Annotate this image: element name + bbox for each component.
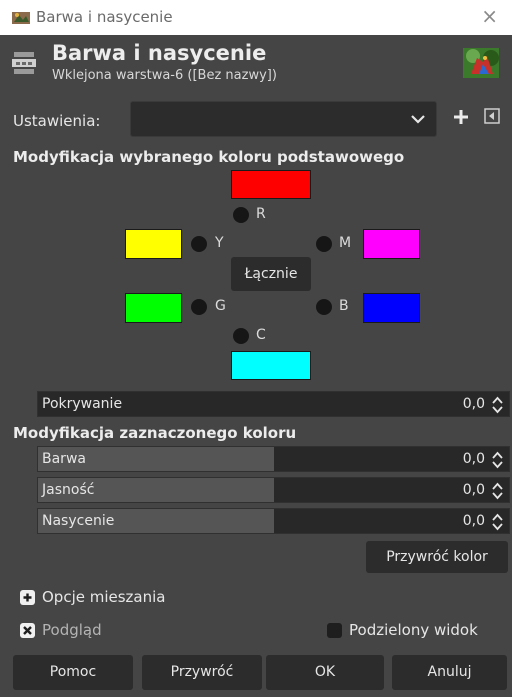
spinner-icon[interactable] (491, 512, 504, 532)
window-title: Barwa i nasycenie (36, 8, 173, 26)
blend-options-label: Opcje mieszania (42, 588, 166, 606)
preset-menu-icon[interactable] (484, 108, 500, 124)
magenta-label: M (339, 235, 352, 251)
cyan-swatch[interactable] (231, 351, 311, 380)
chevron-down-icon (411, 115, 425, 124)
cyan-label: C (256, 327, 266, 343)
split-view-label: Podzielony widok (349, 621, 478, 639)
layer-name: Wklejona warstwa-6 ([Bez nazwy]) (52, 68, 277, 83)
hue-saturation-icon (12, 52, 36, 74)
green-label: G (215, 298, 226, 314)
lightness-label: Jasność (42, 482, 95, 498)
saturation-label: Nasycenie (42, 513, 115, 529)
red-radio[interactable] (233, 207, 249, 223)
blend-options-expander[interactable] (20, 590, 35, 605)
close-icon[interactable]: × (481, 4, 498, 28)
overlap-slider[interactable]: Pokrywanie 0,0 (37, 391, 510, 417)
red-label: R (256, 206, 266, 222)
spinner-icon[interactable] (491, 481, 504, 501)
add-preset-icon[interactable] (450, 106, 472, 128)
split-view-checkbox[interactable] (327, 623, 342, 638)
blue-label: B (339, 298, 349, 314)
green-swatch[interactable] (125, 293, 182, 323)
gimp-app-icon (12, 12, 30, 24)
layer-thumbnail (463, 48, 499, 78)
magenta-swatch[interactable] (363, 229, 420, 259)
preview-label: Podgląd (42, 621, 102, 639)
overlap-value: 0,0 (462, 396, 485, 412)
primary-color-heading: Modyfikacja wybranego koloru podstawoweg… (13, 148, 405, 166)
dialog-title: Barwa i nasycenie (52, 41, 267, 65)
help-button[interactable]: Pomoc (13, 655, 133, 690)
saturation-value: 0,0 (462, 513, 485, 529)
settings-label: Ustawienia: (13, 112, 101, 130)
red-swatch[interactable] (231, 170, 311, 199)
selected-color-heading: Modyfikacja zaznaczonego koloru (13, 424, 297, 442)
blue-swatch[interactable] (363, 293, 420, 323)
cyan-radio[interactable] (233, 328, 249, 344)
check-x-icon (23, 626, 32, 635)
yellow-swatch[interactable] (125, 229, 182, 259)
lightness-value: 0,0 (462, 482, 485, 498)
plus-icon (23, 593, 32, 602)
hue-label: Barwa (42, 451, 86, 467)
yellow-radio[interactable] (191, 236, 207, 252)
reset-button[interactable]: Przywróć (142, 655, 262, 690)
green-radio[interactable] (191, 299, 207, 315)
ok-button[interactable]: OK (266, 655, 384, 690)
overlap-label: Pokrywanie (42, 396, 123, 412)
spinner-icon[interactable] (491, 395, 504, 415)
preview-checkbox[interactable] (20, 623, 35, 638)
window-titlebar: Barwa i nasycenie × (0, 0, 512, 35)
hue-slider[interactable]: Barwa 0,0 (37, 446, 510, 472)
yellow-label: Y (215, 235, 224, 251)
spinner-icon[interactable] (491, 450, 504, 470)
hue-value: 0,0 (462, 451, 485, 467)
master-button[interactable]: Łącznie (231, 257, 311, 291)
blue-radio[interactable] (316, 299, 332, 315)
cancel-button[interactable]: Anuluj (392, 655, 507, 690)
saturation-slider[interactable]: Nasycenie 0,0 (37, 508, 510, 534)
reset-color-button[interactable]: Przywróć kolor (366, 541, 508, 573)
dialog-header: Barwa i nasycenie Wklejona warstwa-6 ([B… (0, 35, 512, 99)
magenta-radio[interactable] (316, 236, 332, 252)
lightness-slider[interactable]: Jasność 0,0 (37, 477, 510, 503)
settings-combo[interactable] (130, 101, 437, 137)
